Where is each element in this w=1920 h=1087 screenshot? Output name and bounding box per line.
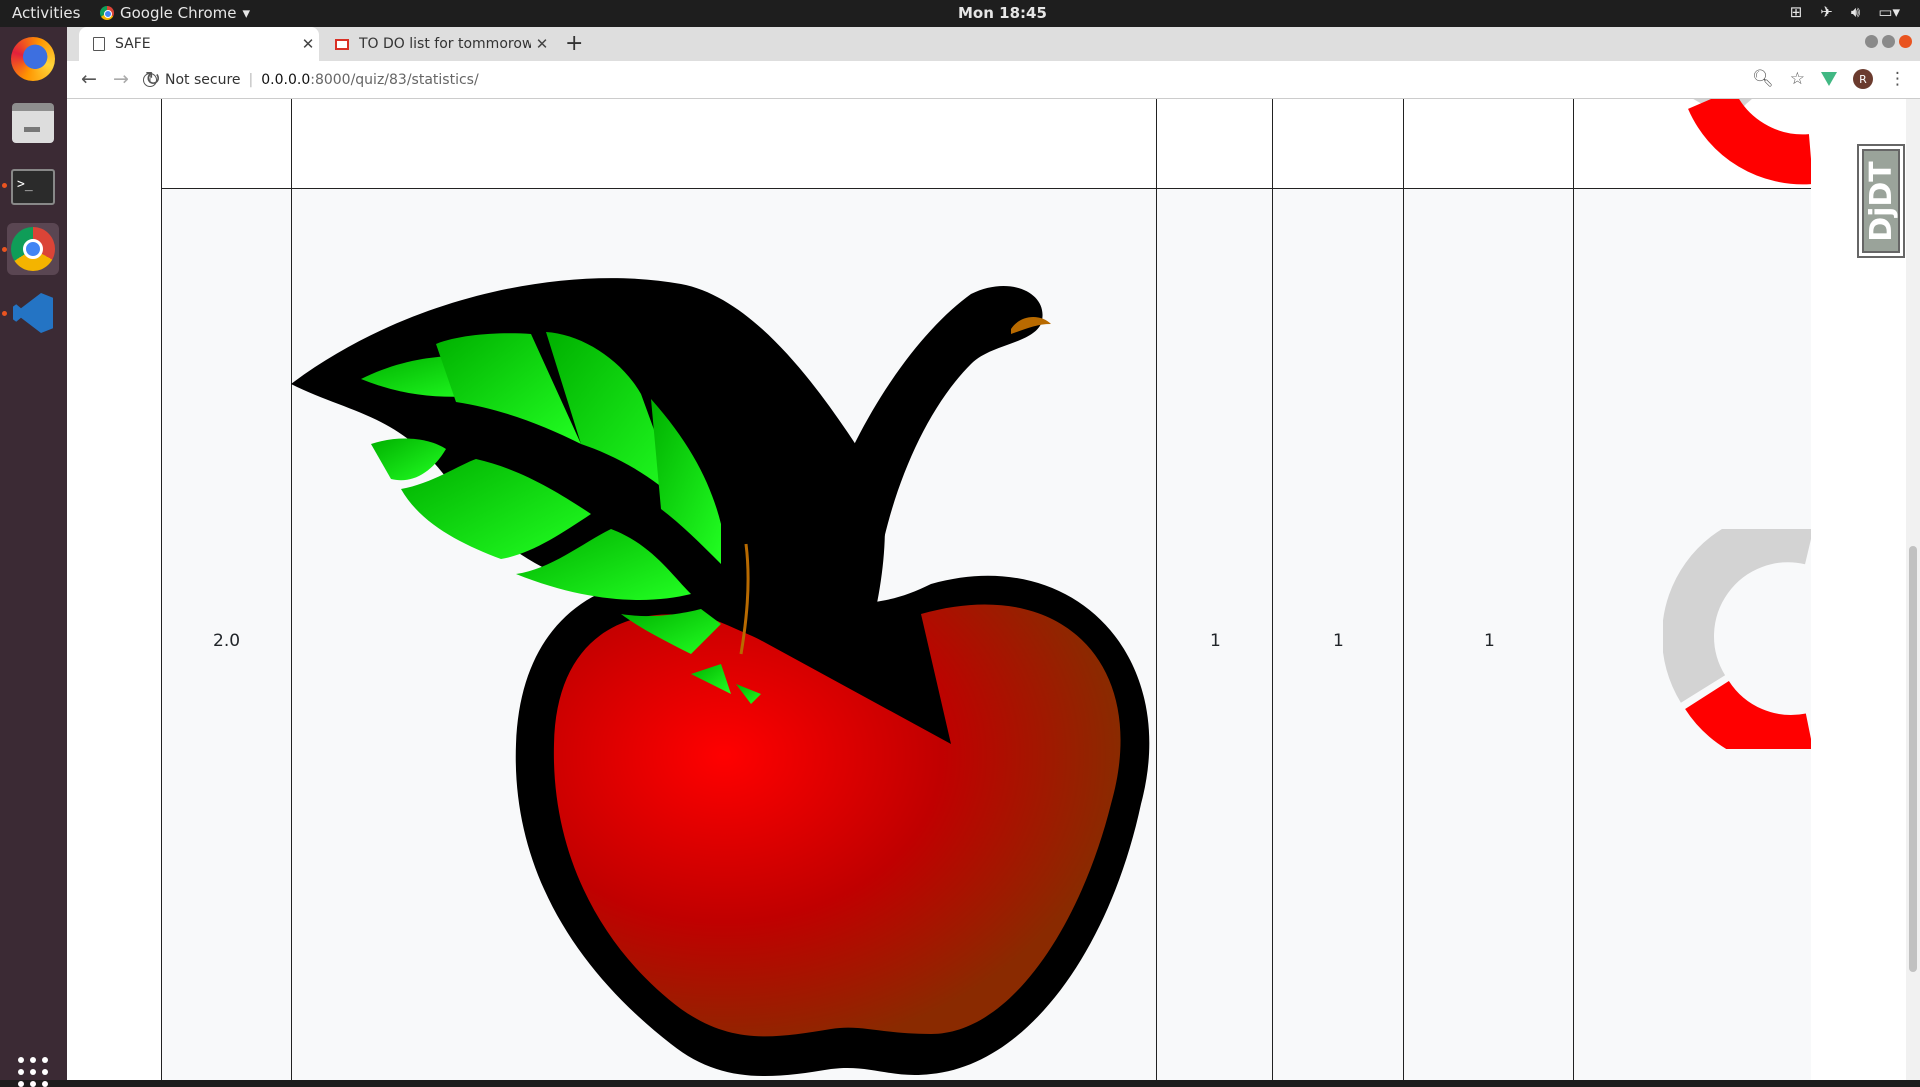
vertical-scrollbar[interactable] <box>1906 99 1920 1080</box>
dock-terminal[interactable]: >_ <box>7 161 59 213</box>
document-icon <box>93 37 105 51</box>
chevron-down-icon: ▾ <box>242 4 251 22</box>
window-controls <box>1865 35 1912 48</box>
tab-safe[interactable]: SAFE ✕ <box>79 27 319 61</box>
cell-value: 1 <box>1210 631 1221 651</box>
app-menu[interactable]: Google Chrome ▾ <box>100 4 250 22</box>
address-bar[interactable]: i Not secure | 0.0.0.0:8000/quiz/83/stat… <box>67 65 1647 95</box>
firefox-icon <box>11 37 55 81</box>
activities-button[interactable]: Activities <box>12 4 80 22</box>
terminal-icon: >_ <box>11 169 55 205</box>
avatar[interactable]: R <box>1853 69 1873 89</box>
system-tray[interactable]: ⊞ ✈ 🔊︎ ▭▾ <box>1790 3 1900 21</box>
vscode-icon <box>13 293 53 333</box>
network-icon[interactable]: ⊞ <box>1790 3 1803 21</box>
battery-icon[interactable]: ▭▾ <box>1878 3 1900 21</box>
column-divider <box>161 99 162 1080</box>
files-icon <box>12 103 54 143</box>
separator: | <box>248 72 254 88</box>
column-divider <box>1403 99 1404 1080</box>
djdt-logo: DjDT <box>1862 149 1900 253</box>
close-icon[interactable]: ✕ <box>531 35 553 53</box>
toolbar: ← → ↻ i Not secure | 0.0.0.0:8000/quiz/8… <box>67 61 1920 99</box>
show-applications-icon[interactable] <box>18 1057 48 1087</box>
tab-strip: SAFE ✕ TO DO list for tommorow ✕ + <box>67 27 1920 61</box>
info-icon[interactable]: i <box>143 73 157 87</box>
url-host: 0.0.0.0 <box>261 72 311 88</box>
system-top-bar: Activities Google Chrome ▾ Mon 18:45 ⊞ ✈… <box>0 0 1920 27</box>
dock-files[interactable] <box>7 97 59 149</box>
chrome-icon <box>100 6 114 20</box>
tab-todo[interactable]: TO DO list for tommorow ✕ <box>325 27 553 61</box>
zoom-icon[interactable]: 🔍︎ <box>1752 69 1774 89</box>
vue-devtools-icon[interactable] <box>1821 72 1837 86</box>
url-path: :8000/quiz/83/statistics/ <box>310 72 479 88</box>
tab-label: SAFE <box>115 36 151 52</box>
chrome-icon <box>11 227 55 271</box>
new-tab-button[interactable]: + <box>565 31 583 56</box>
dock-vscode[interactable] <box>7 287 59 339</box>
minimize-button[interactable] <box>1865 35 1878 48</box>
dock-firefox[interactable] <box>7 33 59 85</box>
donut-chart <box>1663 529 1811 749</box>
gmail-icon <box>335 38 349 50</box>
tab-label: TO DO list for tommorow <box>359 36 531 52</box>
clock[interactable]: Mon 18:45 <box>958 4 1047 22</box>
star-icon[interactable]: ☆ <box>1790 69 1805 89</box>
close-icon[interactable]: ✕ <box>297 35 319 53</box>
dock: >_ <box>0 27 67 1087</box>
maximize-button[interactable] <box>1882 35 1895 48</box>
djdt-label: DjDT <box>1863 160 1899 242</box>
question-number: 2.0 <box>213 631 241 651</box>
apple-image <box>291 278 1150 1077</box>
page-content: 2.0 1 1 1 DjDT <box>67 99 1920 1080</box>
dock-chrome[interactable] <box>7 223 59 275</box>
column-divider <box>1573 99 1574 1080</box>
column-divider <box>1272 99 1273 1080</box>
volume-icon[interactable]: 🔊︎ <box>1851 3 1860 21</box>
cell-value: 1 <box>1484 631 1495 651</box>
security-label: Not secure <box>165 72 241 88</box>
django-debug-toolbar-handle[interactable]: DjDT <box>1857 144 1905 258</box>
airplane-icon[interactable]: ✈ <box>1820 3 1833 21</box>
cell-value: 1 <box>1333 631 1344 651</box>
app-menu-label: Google Chrome <box>120 4 237 22</box>
close-window-button[interactable] <box>1899 35 1912 48</box>
donut-chart <box>1688 99 1811 185</box>
menu-icon[interactable]: ⋮ <box>1889 69 1906 89</box>
toolbar-right: 🔍︎ ☆ R ⋮ <box>1752 69 1906 89</box>
scrollbar-thumb[interactable] <box>1909 546 1917 972</box>
